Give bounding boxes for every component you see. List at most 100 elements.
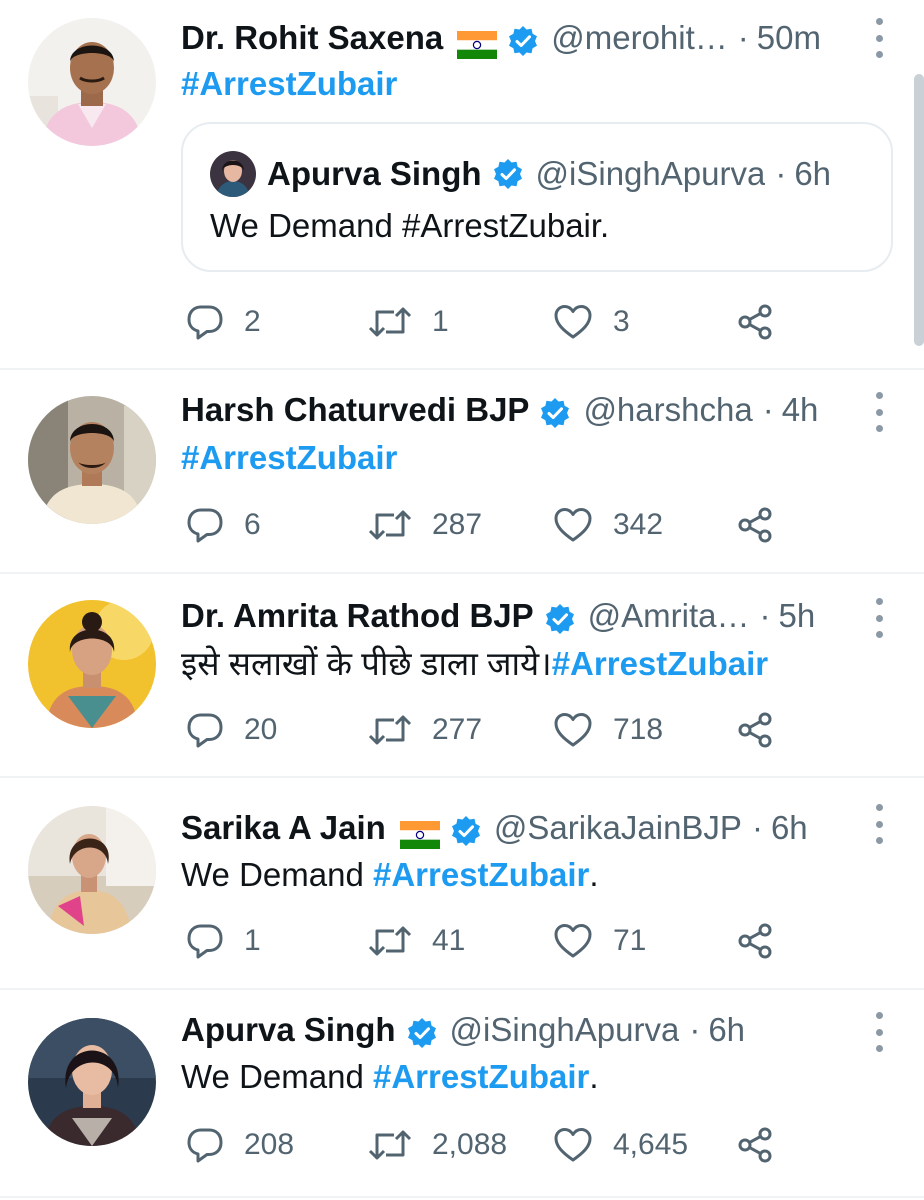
hashtag-link[interactable]: #ArrestZubair <box>552 645 768 682</box>
reply-button[interactable]: 20 <box>186 705 277 755</box>
more-vertical-icon[interactable] <box>874 1012 884 1052</box>
tweet-text-pre: We Demand <box>181 1058 373 1095</box>
header-separator: · <box>759 597 771 634</box>
retweet-button[interactable]: 41 <box>368 916 465 966</box>
reply-icon <box>186 1126 224 1164</box>
tweet-timestamp[interactable]: 50m <box>757 14 821 62</box>
avatar[interactable] <box>28 1018 156 1146</box>
india-flag-icon <box>399 814 440 849</box>
header-separator: · <box>737 19 749 56</box>
tweet[interactable]: Sarika A Jain @SarikaJainBJP · 6h We Dem… <box>0 778 924 988</box>
tweet-timestamp[interactable]: 5h <box>779 592 816 640</box>
header-separator: · <box>762 391 774 428</box>
author-handle[interactable]: @merohit… <box>551 14 728 62</box>
retweet-button[interactable]: 2,088 <box>368 1120 507 1170</box>
quoted-header: Apurva Singh @iSinghApurva · 6h <box>267 149 871 199</box>
more-vertical-icon[interactable] <box>874 392 884 432</box>
tweet[interactable]: Dr. Amrita Rathod BJP @Amrita… · 5h इसे … <box>0 574 924 776</box>
tweet-text-post: . <box>589 1058 599 1095</box>
author-handle[interactable]: @Amrita… <box>588 592 750 640</box>
share-button[interactable] <box>736 1120 776 1170</box>
more-vertical-icon[interactable] <box>874 598 884 638</box>
like-count: 718 <box>613 713 664 746</box>
like-button[interactable]: 342 <box>553 500 663 550</box>
quoted-tweet[interactable]: Apurva Singh @iSinghApurva · 6h We Deman… <box>181 122 893 272</box>
retweet-button[interactable]: 1 <box>368 297 449 347</box>
tweet-timestamp[interactable]: 6h <box>708 1006 745 1054</box>
heart-icon <box>553 922 593 960</box>
hashtag-link[interactable]: #ArrestZubair <box>373 1058 589 1095</box>
like-count: 4,645 <box>613 1128 689 1161</box>
more-vertical-icon[interactable] <box>874 804 884 844</box>
tweet[interactable]: Apurva Singh @iSinghApurva · 6h We Deman… <box>0 990 924 1196</box>
reply-icon <box>186 303 224 341</box>
like-button[interactable]: 718 <box>553 705 663 755</box>
tweet-text: We Demand #ArrestZubair. <box>181 1053 864 1101</box>
india-flag-icon <box>457 24 498 59</box>
like-count: 3 <box>613 305 630 338</box>
retweet-button[interactable]: 287 <box>368 500 482 550</box>
author-handle[interactable]: @harshcha <box>583 386 752 434</box>
tweet-timestamp[interactable]: 6h <box>771 804 808 852</box>
tweet-text: #ArrestZubair <box>181 434 864 482</box>
reply-button[interactable]: 1 <box>186 916 261 966</box>
share-button[interactable] <box>736 297 776 347</box>
like-button[interactable]: 4,645 <box>553 1120 688 1170</box>
hashtag-link[interactable]: #ArrestZubair <box>373 856 589 893</box>
like-button[interactable]: 3 <box>553 297 630 347</box>
avatar[interactable] <box>28 18 156 146</box>
tweet-text-pre: We Demand <box>181 856 373 893</box>
author-name[interactable]: Harsh Chaturvedi BJP <box>181 386 529 434</box>
tweet-actions: 6 287 342 <box>181 500 801 550</box>
verified-badge-icon <box>492 158 524 190</box>
quoted-timestamp: 6h <box>794 155 832 192</box>
share-button[interactable] <box>736 705 776 755</box>
reply-count: 208 <box>244 1128 295 1161</box>
tweet-header: Dr. Rohit Saxena @merohit… · 50m <box>181 14 854 62</box>
avatar[interactable] <box>28 600 156 728</box>
tweet-timestamp[interactable]: 4h <box>782 386 819 434</box>
retweet-count: 1 <box>432 305 449 338</box>
header-separator: · <box>689 1011 701 1048</box>
author-handle[interactable]: @SarikaJainBJP <box>494 804 742 852</box>
reply-count: 6 <box>244 508 261 541</box>
verified-badge-icon <box>539 394 571 428</box>
tweet-header: Dr. Amrita Rathod BJP @Amrita… · 5h <box>181 592 854 640</box>
header-separator: · <box>751 809 763 846</box>
reply-icon <box>186 922 224 960</box>
heart-icon <box>553 1126 593 1164</box>
share-button[interactable] <box>736 500 776 550</box>
avatar[interactable] <box>28 806 156 934</box>
tweet[interactable]: Dr. Rohit Saxena @merohit… · 50m #Arrest… <box>0 0 924 368</box>
share-button[interactable] <box>736 916 776 966</box>
quoted-text: We Demand #ArrestZubair. <box>210 207 610 244</box>
more-vertical-icon[interactable] <box>874 18 884 58</box>
share-icon <box>736 921 776 961</box>
retweet-count: 41 <box>432 924 466 957</box>
reply-count: 1 <box>244 924 261 957</box>
hashtag-link[interactable]: #ArrestZubair <box>181 65 397 102</box>
tweet-header: Apurva Singh @iSinghApurva · 6h <box>181 1006 854 1054</box>
author-name[interactable]: Dr. Rohit Saxena <box>181 14 443 62</box>
reply-button[interactable]: 6 <box>186 500 261 550</box>
verified-badge-icon <box>406 1014 438 1048</box>
quoted-avatar <box>210 151 256 197</box>
like-button[interactable]: 71 <box>553 916 646 966</box>
scrollbar-thumb[interactable] <box>914 74 924 346</box>
reply-icon <box>186 506 224 544</box>
reply-button[interactable]: 208 <box>186 1120 294 1170</box>
tweet[interactable]: Harsh Chaturvedi BJP @harshcha · 4h #Arr… <box>0 370 924 572</box>
reply-button[interactable]: 2 <box>186 297 261 347</box>
author-name[interactable]: Dr. Amrita Rathod BJP <box>181 592 534 640</box>
author-name[interactable]: Apurva Singh <box>181 1006 396 1054</box>
retweet-count: 287 <box>432 508 483 541</box>
reply-count: 2 <box>244 305 261 338</box>
avatar[interactable] <box>28 396 156 524</box>
retweet-icon <box>368 1126 412 1164</box>
retweet-button[interactable]: 277 <box>368 705 482 755</box>
reply-count: 20 <box>244 713 278 746</box>
tweet-header: Sarika A Jain @SarikaJainBJP · 6h <box>181 804 854 852</box>
author-handle[interactable]: @iSinghApurva <box>450 1006 680 1054</box>
author-name[interactable]: Sarika A Jain <box>181 804 386 852</box>
hashtag-link[interactable]: #ArrestZubair <box>181 439 397 476</box>
